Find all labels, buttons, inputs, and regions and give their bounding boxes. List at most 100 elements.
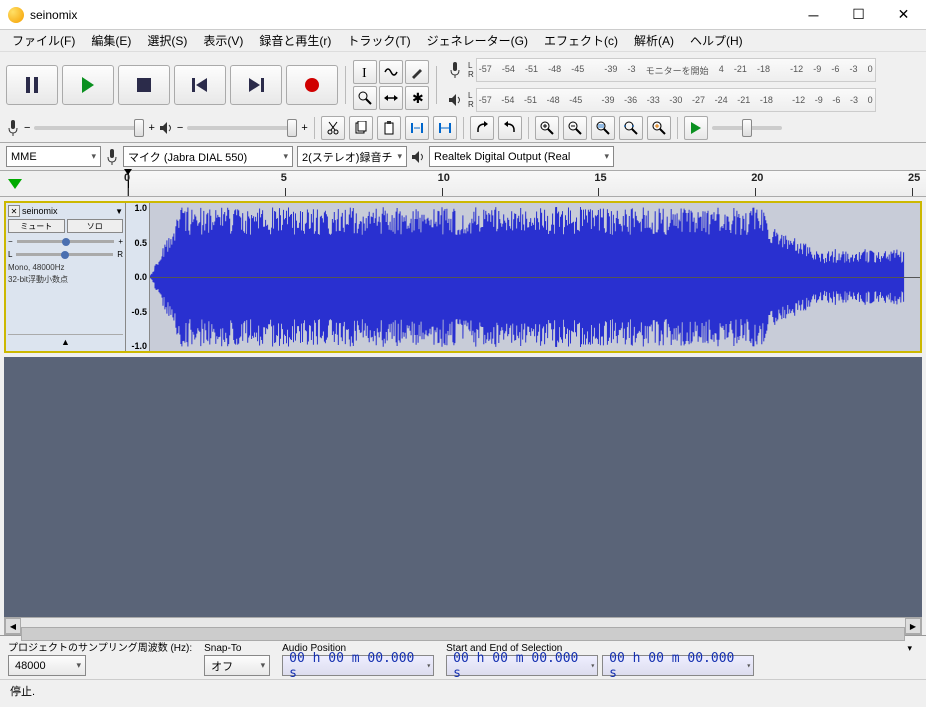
recording-device-dropdown[interactable]: マイク (Jabra DIAL 550) — [123, 146, 293, 167]
timeshift-tool-button[interactable] — [379, 86, 403, 110]
cut-button[interactable] — [321, 116, 345, 140]
menu-tracks[interactable]: トラック(T) — [339, 30, 418, 51]
playback-speed-slider[interactable] — [712, 126, 782, 130]
gain-minus-label: − — [8, 237, 13, 246]
recording-meter[interactable]: -57-54-51-48-45-39-3モニターを開始4-21-18-12-9-… — [476, 58, 876, 82]
playback-meter[interactable]: -57-54-51-48-45-39-36-33-30-27-24-21-18-… — [476, 88, 876, 112]
menubar: ファイル(F) 編集(E) 選択(S) 表示(V) 録音と再生(r) トラック(… — [0, 30, 926, 52]
status-text: 停止. — [10, 683, 35, 699]
record-button[interactable] — [286, 65, 338, 105]
track-format-label: Mono, 48000Hz — [8, 263, 123, 272]
fit-selection-button[interactable] — [591, 116, 615, 140]
menu-file[interactable]: ファイル(F) — [4, 30, 83, 51]
speaker-icon[interactable] — [444, 86, 466, 114]
selection-toolbar: プロジェクトのサンプリング周波数 (Hz): 48000 Snap-To オフ … — [0, 635, 926, 679]
mic-slider-icon — [6, 119, 20, 137]
device-toolbar: MME マイク (Jabra DIAL 550) 2(ステレオ)録音チ Real… — [0, 143, 926, 171]
menu-generate[interactable]: ジェネレーター(G) — [419, 30, 536, 51]
close-button[interactable]: ✕ — [881, 0, 926, 29]
slider-minus-icon: − — [24, 122, 30, 134]
slider-plus-icon-2: + — [301, 122, 307, 134]
menu-transport[interactable]: 録音と再生(r) — [251, 30, 339, 51]
statusbar: 停止. — [0, 679, 926, 701]
solo-button[interactable]: ソロ — [67, 219, 124, 233]
undo-button[interactable] — [470, 116, 494, 140]
track-bitdepth-label: 32-bit浮動小数点 — [8, 274, 123, 285]
svg-text:I: I — [362, 66, 367, 79]
envelope-tool-button[interactable] — [379, 60, 403, 84]
mute-button[interactable]: ミュート — [8, 219, 65, 233]
pan-right-label: R — [117, 250, 123, 259]
menu-select[interactable]: 選択(S) — [139, 30, 195, 51]
play-at-speed-button[interactable] — [684, 116, 708, 140]
window-title: seinomix — [30, 8, 77, 22]
play-button[interactable] — [62, 65, 114, 105]
multi-tool-button[interactable]: ✱ — [405, 86, 429, 110]
empty-track-area[interactable] — [4, 357, 922, 617]
menu-effect[interactable]: エフェクト(c) — [536, 30, 626, 51]
silence-button[interactable] — [433, 116, 457, 140]
zoom-in-button[interactable] — [535, 116, 559, 140]
track-close-button[interactable]: ✕ — [8, 205, 20, 217]
snap-to-label: Snap-To — [204, 643, 270, 654]
stop-button[interactable] — [118, 65, 170, 105]
speaker-device-icon — [411, 150, 425, 164]
redo-button[interactable] — [498, 116, 522, 140]
playback-volume-slider[interactable] — [187, 126, 297, 130]
rec-lr-label: LR — [468, 61, 474, 79]
track-menu-dropdown-icon[interactable]: ▼ — [115, 207, 123, 216]
amplitude-scale: 1.00.50.0-0.5-1.0 — [126, 203, 150, 351]
app-logo-icon — [8, 7, 24, 23]
project-rate-label: プロジェクトのサンプリング周波数 (Hz): — [8, 639, 192, 654]
track-collapse-button[interactable]: ▲ — [8, 334, 123, 349]
scroll-thumb[interactable] — [21, 627, 905, 641]
paste-button[interactable] — [377, 116, 401, 140]
menu-analyze[interactable]: 解析(A) — [626, 30, 682, 51]
draw-tool-button[interactable] — [405, 60, 429, 84]
trim-button[interactable] — [405, 116, 429, 140]
selection-tool-button[interactable]: I — [353, 60, 377, 84]
selection-start-display[interactable]: 00 h 00 m 00.000 s — [446, 655, 598, 676]
menu-help[interactable]: ヘルプ(H) — [682, 30, 751, 51]
minimize-button[interactable]: ─ — [791, 0, 836, 29]
play-position-marker-icon[interactable] — [8, 179, 22, 189]
playback-device-dropdown[interactable]: Realtek Digital Output (Real — [429, 146, 614, 167]
recording-volume-slider[interactable] — [34, 126, 144, 130]
selection-end-display[interactable]: 00 h 00 m 00.000 s — [602, 655, 754, 676]
timeline[interactable]: 0510152025 — [0, 171, 926, 197]
pan-slider[interactable]: L R — [8, 250, 123, 259]
skip-start-button[interactable] — [174, 65, 226, 105]
gain-slider[interactable]: − + — [8, 237, 123, 246]
menu-edit[interactable]: 編集(E) — [83, 30, 139, 51]
copy-button[interactable] — [349, 116, 373, 140]
project-rate-dropdown[interactable]: 48000 — [8, 655, 86, 676]
fit-project-button[interactable] — [619, 116, 643, 140]
skip-end-button[interactable] — [230, 65, 282, 105]
mic-device-icon — [105, 148, 119, 166]
titlebar: seinomix ─ ☐ ✕ — [0, 0, 926, 30]
zoom-out-button[interactable] — [563, 116, 587, 140]
scroll-left-button[interactable]: ◀ — [5, 618, 21, 634]
microphone-icon[interactable] — [444, 56, 466, 84]
slider-minus-icon-2: − — [177, 122, 183, 134]
toolbar-area: I ✱ LR -57-54-51-48-45-39-3モニターを開始4-21-1… — [0, 52, 926, 143]
selection-mode-dropdown-icon[interactable]: ▾ — [907, 643, 912, 654]
track-container: ✕ seinomix ▼ ミュート ソロ − + L R Mono, 48000… — [4, 201, 922, 353]
zoom-toggle-button[interactable] — [647, 116, 671, 140]
horizontal-scrollbar[interactable]: ◀ ▶ — [4, 617, 922, 635]
snap-to-dropdown[interactable]: オフ — [204, 655, 270, 676]
recording-channels-dropdown[interactable]: 2(ステレオ)録音チ — [297, 146, 407, 167]
menu-view[interactable]: 表示(V) — [195, 30, 251, 51]
slider-plus-icon: + — [148, 122, 154, 134]
time-ruler[interactable]: 0510152025 — [128, 171, 926, 196]
pause-button[interactable] — [6, 65, 58, 105]
zoom-tool-button[interactable] — [353, 86, 377, 110]
waveform-display[interactable] — [150, 203, 920, 351]
track-name[interactable]: seinomix — [22, 206, 113, 216]
audio-host-dropdown[interactable]: MME — [6, 146, 101, 167]
audio-position-display[interactable]: 00 h 00 m 00.000 s — [282, 655, 434, 676]
maximize-button[interactable]: ☐ — [836, 0, 881, 29]
speaker-slider-icon — [159, 121, 173, 135]
play-lr-label: LR — [468, 91, 474, 109]
scroll-right-button[interactable]: ▶ — [905, 618, 921, 634]
